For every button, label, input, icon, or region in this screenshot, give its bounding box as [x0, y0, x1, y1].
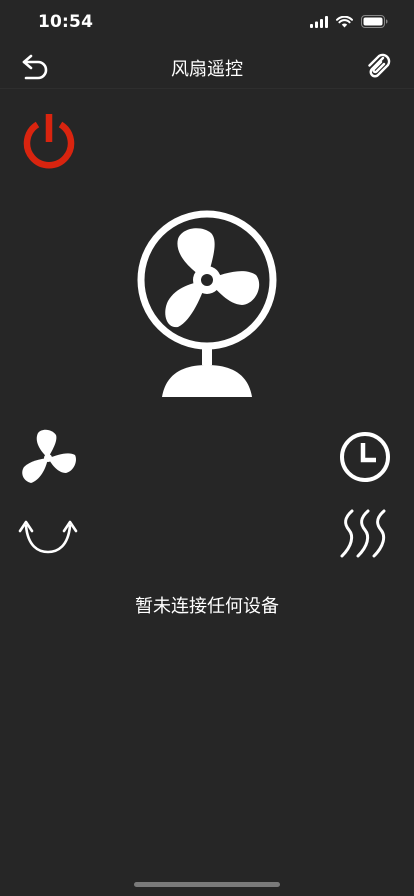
- wifi-icon: [336, 15, 353, 27]
- home-indicator[interactable]: [134, 882, 280, 887]
- status-icons: [310, 15, 388, 28]
- nav-bar: 风扇遥控: [0, 44, 414, 89]
- timer-icon[interactable]: [338, 430, 392, 484]
- connection-status-text: 暂未连接任何设备: [135, 596, 279, 617]
- battery-icon: [361, 15, 388, 28]
- heat-mode-icon[interactable]: [334, 508, 394, 560]
- paperclip-icon[interactable]: [364, 52, 394, 82]
- wind-speed-icon[interactable]: [18, 425, 78, 487]
- swing-icon[interactable]: [18, 512, 78, 556]
- power-icon[interactable]: [18, 111, 80, 173]
- cellular-signal-icon: [310, 15, 328, 28]
- status-time: 10:54: [38, 12, 94, 32]
- status-bar: 10:54: [0, 0, 414, 44]
- page-title: 风扇遥控: [171, 59, 243, 80]
- fan-icon: [137, 210, 277, 397]
